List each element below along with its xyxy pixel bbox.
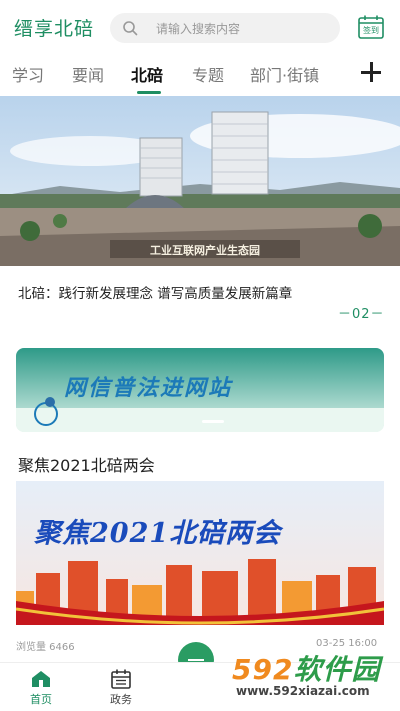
two-sessions-banner[interactable]: 聚焦2021北碚两会	[16, 481, 384, 625]
banner1-text: 网信普法进网站	[64, 375, 233, 401]
add-channel-icon[interactable]	[359, 60, 383, 84]
signin-button[interactable]: 签到	[358, 15, 384, 39]
hero-caption[interactable]: 北碚：践行新发展理念 谱写高质量发展新篇章	[18, 282, 292, 302]
search-bar[interactable]: 请输入搜索内容	[110, 13, 340, 43]
app-screen: 缙享北碚 请输入搜索内容 签到 学习 要闻 北碚 专题 部门·街镇 工业互联网产…	[0, 0, 400, 711]
banner2-background	[16, 481, 384, 625]
tab-study[interactable]: 学习	[12, 62, 44, 86]
hero-carousel-image[interactable]: 工业互联网产业生态园	[0, 96, 400, 266]
nav-home[interactable]: 首页	[16, 669, 66, 707]
tab-departments[interactable]: 部门·街镇	[250, 62, 319, 86]
carousel-page-indicator: －02－	[338, 307, 385, 322]
banner2-text: 聚焦2021北碚两会	[34, 518, 282, 549]
app-logo-title: 缙享北碚	[14, 18, 95, 40]
site-watermark: 592软件园 www.592xiazai.com	[232, 648, 400, 708]
nav-government-label: 政务	[110, 693, 132, 706]
law-promotion-banner[interactable]: 网信普法进网站	[16, 348, 384, 432]
search-placeholder: 请输入搜索内容	[156, 22, 241, 36]
channel-tabs: 学习 要闻 北碚 专题 部门·街镇	[0, 56, 400, 96]
view-count: 浏览量 6466	[16, 642, 75, 653]
active-tab-indicator	[137, 91, 161, 94]
signin-label: 签到	[363, 26, 379, 35]
tab-headlines[interactable]: 要闻	[72, 62, 104, 86]
nav-government[interactable]: 政务	[96, 669, 146, 707]
watermark-text: 软件园	[293, 653, 381, 686]
watermark-url: www.592xiazai.com	[236, 684, 370, 698]
watermark-number: 592	[232, 653, 294, 686]
home-icon	[32, 671, 50, 687]
nav-home-label: 首页	[30, 693, 52, 706]
section-title[interactable]: 聚焦2021北碚两会	[18, 452, 155, 476]
tab-beibei[interactable]: 北碚	[131, 62, 163, 86]
hero-image-text: 工业互联网产业生态园	[150, 243, 260, 257]
search-icon	[123, 21, 138, 36]
top-header: 缙享北碚 请输入搜索内容 签到	[0, 0, 400, 52]
hero-illustration: 工业互联网产业生态园	[0, 96, 400, 266]
watermark-brand: 592软件园	[232, 648, 380, 688]
calendar-icon	[111, 669, 131, 689]
tab-topics[interactable]: 专题	[192, 62, 224, 86]
